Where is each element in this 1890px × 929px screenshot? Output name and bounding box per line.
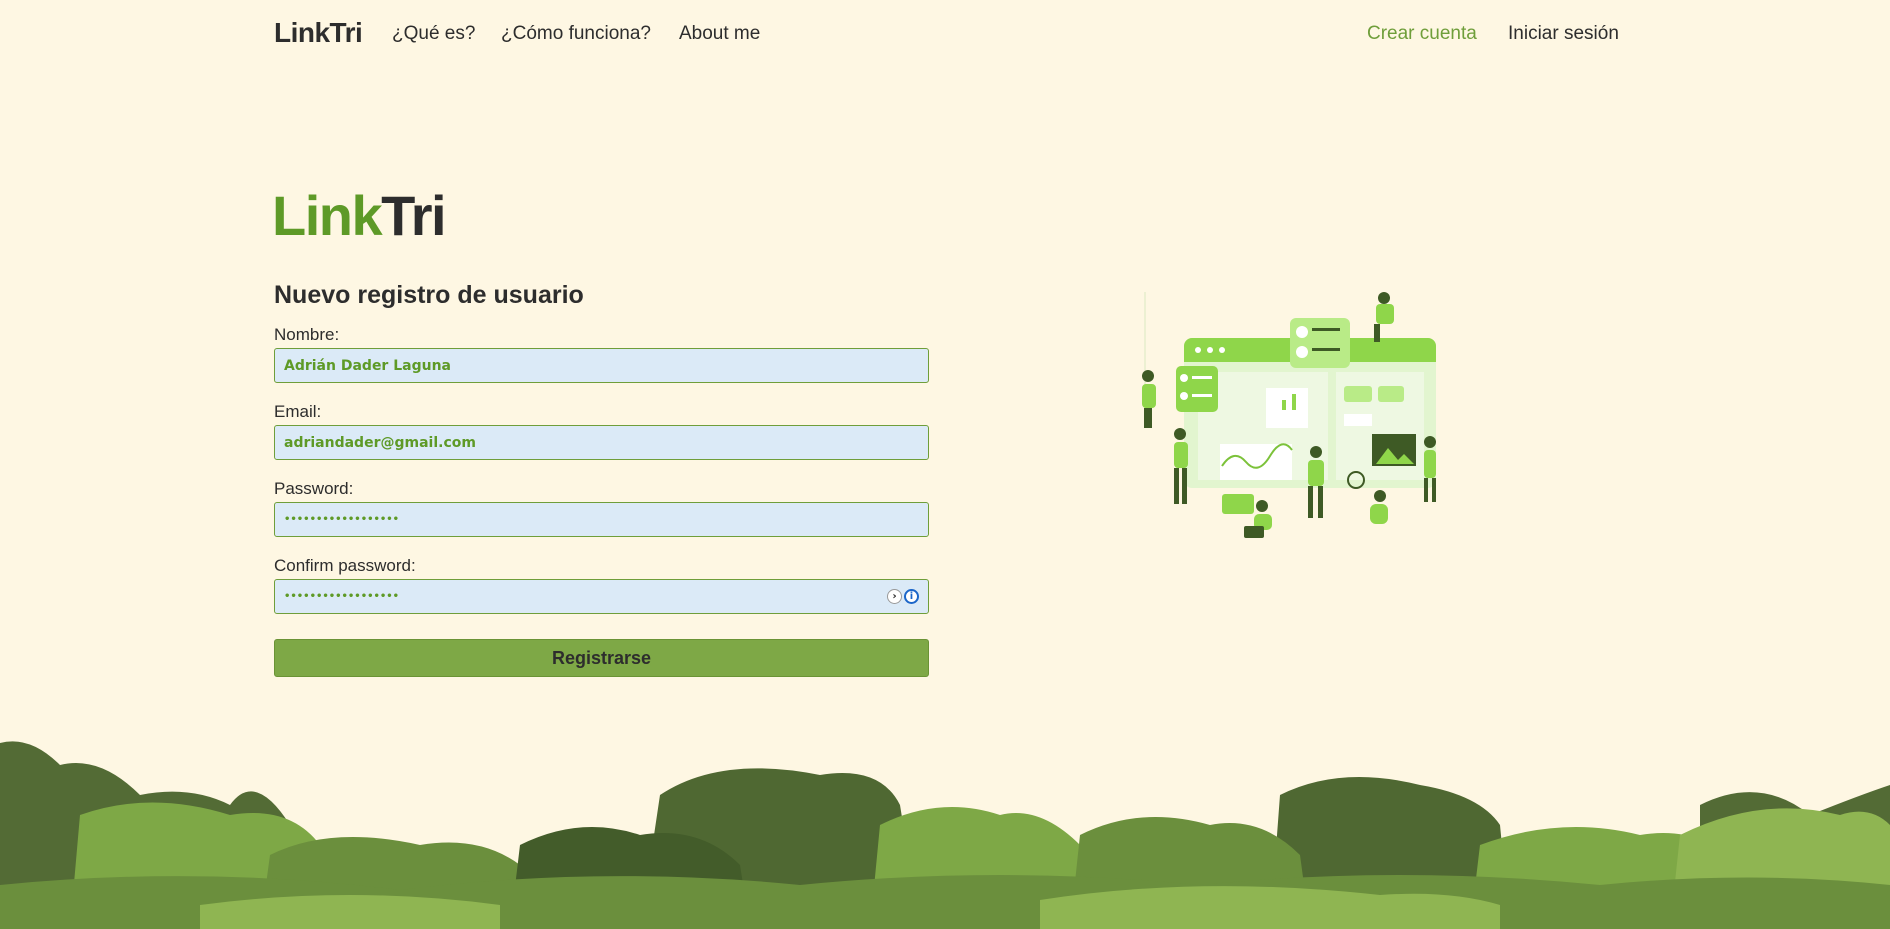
password-manager-icons[interactable]: › i — [887, 588, 919, 605]
nav-link-que-es[interactable]: ¿Qué es? — [392, 23, 475, 45]
confirm-password-field[interactable]: •••••••••••••••••• › i — [274, 579, 929, 614]
confirm-password-label: Confirm password: — [274, 556, 416, 575]
info-icon[interactable]: i — [904, 589, 919, 604]
password-field-value: •••••••••••••••••• — [284, 514, 400, 525]
hero-logo-tri: Tri — [381, 184, 446, 247]
password-field[interactable]: •••••••••••••••••• — [274, 502, 929, 537]
nav-link-crear-cuenta[interactable]: Crear cuenta — [1367, 23, 1477, 45]
chevron-right-icon[interactable]: › — [887, 589, 902, 604]
name-field[interactable]: Adrián Dader Laguna — [274, 348, 929, 383]
confirm-password-field-value: •••••••••••••••••• — [284, 591, 400, 602]
top-nav: LinkTri ¿Qué es? ¿Cómo funciona? About m… — [0, 0, 1890, 68]
nav-link-iniciar-sesion[interactable]: Iniciar sesión — [1508, 23, 1619, 45]
email-field-value: adriandader@gmail.com — [284, 434, 476, 451]
email-label: Email: — [274, 402, 322, 421]
brand-logo[interactable]: LinkTri — [274, 17, 363, 49]
form-title: Nuevo registro de usuario — [274, 281, 584, 309]
nav-link-about-me[interactable]: About me — [679, 23, 760, 45]
password-label: Password: — [274, 479, 354, 498]
name-field-value: Adrián Dader Laguna — [284, 357, 451, 374]
name-label: Nombre: — [274, 325, 340, 344]
hero-logo: LinkTri — [272, 188, 447, 244]
hero-logo-link: Link — [272, 184, 383, 247]
foliage-decoration — [0, 741, 1890, 929]
email-field[interactable]: adriandader@gmail.com — [274, 425, 929, 460]
register-button[interactable]: Registrarse — [274, 639, 929, 677]
team-dashboard-illustration — [1142, 292, 1436, 538]
nav-link-como-funciona[interactable]: ¿Cómo funciona? — [501, 23, 651, 45]
